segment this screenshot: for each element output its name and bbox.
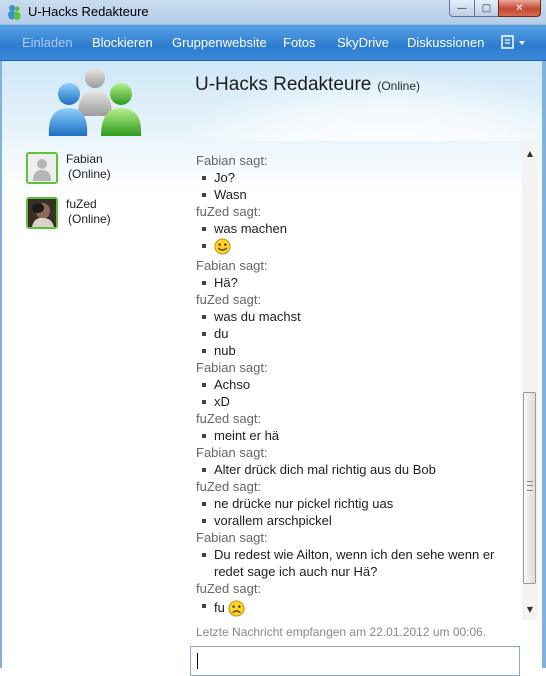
chat-message [196,237,516,257]
group-status: (Online) [377,79,421,93]
chat-message: xD [196,393,516,410]
message-sender: fuZed sagt: [196,204,262,219]
member-name: fuZed [66,197,97,211]
chat-message: Hä? [196,274,516,291]
chat-message: du [196,325,516,342]
scroll-down-arrow-icon[interactable]: ▼ [522,602,538,616]
photo-avatar-icon [26,197,58,229]
sad-emoticon-icon [228,600,245,617]
chat-message: Jo? [196,169,516,186]
window-right-border [542,61,546,668]
chat-message: nub [196,342,516,359]
message-sender: fuZed sagt: [196,292,262,307]
member-name: Fabian [66,152,103,166]
chat-scrollbar-thumb[interactable] [523,392,536,584]
member-status: (Online) [68,167,111,181]
menu-skydrive[interactable]: SkyDrive [337,35,389,50]
group-people-icon [48,68,142,136]
chat-message-text: fu [214,600,225,615]
message-sender: Fabian sagt: [196,445,268,460]
chat-message: Wasn [196,186,516,203]
smile-emoticon-icon [214,238,231,255]
menu-block[interactable]: Blockieren [92,35,153,50]
window-title: U-Hacks Redakteure [28,4,149,19]
member-status: (Online) [68,212,111,226]
chat-message: Achso [196,376,516,393]
message-sender: Fabian sagt: [196,153,268,168]
member-fuzed[interactable]: fuZed (Online) [26,197,146,233]
chat-message: Alter drück dich mal richtig aus du Bob [196,461,516,478]
message-sender: fuZed sagt: [196,581,262,596]
group-title: U-Hacks Redakteure (Online) [195,74,420,96]
minimize-button[interactable]: — [449,0,475,17]
message-sender: Fabian sagt: [196,530,268,545]
share-menu-icon[interactable] [500,33,528,51]
chat-message: ne drücke nur pickel richtig uas [196,495,516,512]
grip-icon [527,481,533,491]
group-name: U-Hacks Redakteure [195,74,372,95]
chat-message: meint er hä [196,427,516,444]
menu-invite[interactable]: Einladen [22,35,73,50]
menu-group-website[interactable]: Gruppenwebsite [172,35,267,50]
message-sender: Fabian sagt: [196,360,268,375]
chat-transcript: Fabian sagt: Jo? Wasn fuZed sagt: was ma… [196,152,516,639]
last-message-note: Letzte Nachricht empfangen am 22.01.2012… [196,625,487,639]
menu-photos[interactable]: Fotos [283,35,316,50]
message-sender: fuZed sagt: [196,479,262,494]
message-input[interactable] [190,646,520,676]
chat-message: Du redest wie Ailton, wenn ich den sehe … [196,546,516,580]
text-caret [197,653,198,669]
close-button[interactable]: ✕ [498,0,541,17]
message-sender: fuZed sagt: [196,411,262,426]
default-avatar-icon [26,152,58,184]
menu-bar: Einladen Blockieren Gruppenwebsite Fotos… [0,25,546,61]
chat-message: was machen [196,220,516,237]
messenger-app-icon [8,5,21,20]
chat-message: was du machst [196,308,516,325]
message-sender: Fabian sagt: [196,258,268,273]
maximize-button[interactable]: □ [474,0,499,17]
chat-message: fu [196,597,516,619]
member-fabian[interactable]: Fabian (Online) [26,152,146,188]
chat-message: vorallem arschpickel [196,512,516,529]
window-left-border [0,61,2,668]
title-bar: U-Hacks Redakteure — □ ✕ [0,0,546,25]
header-swoosh [150,61,546,141]
scroll-up-arrow-icon[interactable]: ▲ [522,146,538,160]
menu-discussions[interactable]: Diskussionen [407,35,484,50]
